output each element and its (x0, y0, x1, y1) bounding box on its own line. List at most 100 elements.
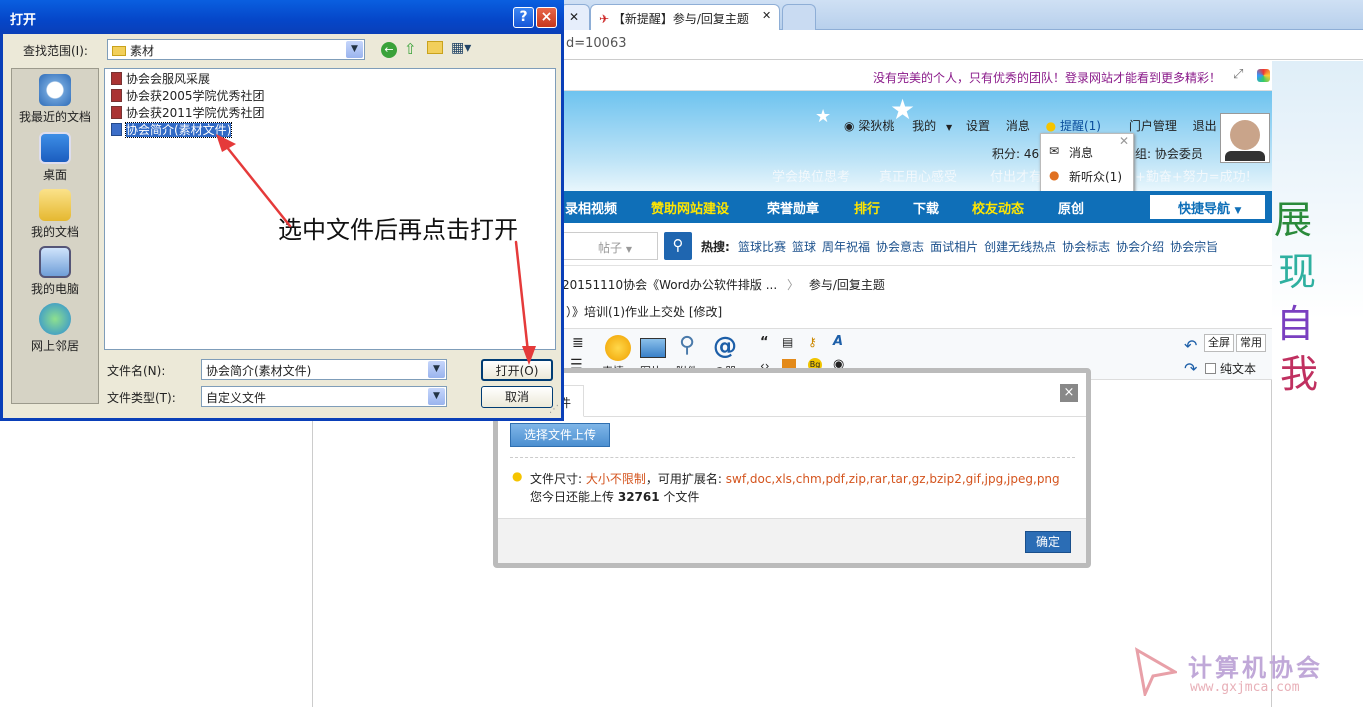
chevron-down-icon: ▼ (946, 123, 953, 132)
logout-link[interactable]: 退出 (1193, 119, 1217, 133)
hotword-link[interactable]: 篮球比赛 (738, 240, 786, 254)
paperclip-icon[interactable]: ⚲ (679, 333, 695, 358)
redo-icon[interactable]: ↷ (1184, 359, 1197, 378)
reminders-link[interactable]: 提醒(1) (1060, 119, 1101, 133)
arrowhead-icon (522, 346, 536, 365)
divider (510, 457, 1075, 458)
ext-value: swf,doc,xls,chm,pdf,zip,rar,tar,gz,bzip2… (725, 472, 1060, 486)
filetype-label: 文件类型(T): (107, 391, 176, 405)
hotword-link[interactable]: 周年祝福 (822, 240, 870, 254)
color-theme-icon[interactable] (1257, 69, 1270, 82)
code-icon[interactable]: ▤ (782, 335, 793, 349)
settings-link[interactable]: 设置 (966, 119, 990, 133)
star-decoration-icon: ★ (815, 106, 832, 127)
nav-item[interactable]: 下载 (913, 198, 939, 217)
person-icon: ● (1049, 168, 1060, 182)
plaintext-label: 纯文本 (1220, 362, 1257, 376)
font-style-icon[interactable]: A (833, 334, 843, 349)
watermark-title: 计算机协会 (1188, 653, 1323, 682)
mail-icon: ✉ (1049, 144, 1060, 158)
nav-item[interactable]: 荣誉勋章 (767, 198, 819, 217)
motto-4: +勤奋+努力=成功! (1135, 170, 1251, 185)
quote-icon[interactable]: “ (760, 335, 769, 350)
search-row: 帖子 ▼ ⚲ 热搜: 篮球比赛 篮球 周年祝福 协会意志 面试相片 创建无线热点 协会标志协… (560, 226, 1272, 266)
common-button[interactable]: 常用 (1236, 334, 1266, 352)
smiley-icon[interactable] (605, 335, 631, 361)
quota-suffix: 个文件 (663, 490, 700, 504)
size-value: 大小不限制 (585, 472, 646, 486)
breadcrumb-current: 参与/回复主题 (808, 278, 885, 292)
hotword-link[interactable]: 篮球 (792, 240, 816, 254)
avatar[interactable] (1220, 113, 1270, 163)
choose-file-button[interactable]: 选择文件上传 (510, 423, 610, 447)
watermark-logo-icon (1134, 646, 1180, 700)
breadcrumb: 20151110协会《Word办公软件排版 ... 〉 参与/回复主题 (560, 270, 1272, 296)
post-title-row: ）》培训(1)作业上交处 [修改] (560, 298, 1272, 326)
watermark-url: www.gxjmca.com (1190, 680, 1300, 695)
my-link[interactable]: 我的 (912, 119, 936, 133)
content-border (312, 380, 313, 707)
chevron-down-icon[interactable]: ▼ (428, 388, 445, 405)
close-icon[interactable]: ✕ (1119, 134, 1129, 148)
plaintext-checkbox[interactable] (1205, 363, 1216, 374)
side-art-char: 展 (1274, 198, 1313, 242)
group-text: 组: 协会委员 (1135, 147, 1203, 161)
browser-tab-active[interactable]: ✈ 【新提醒】参与/回复主题 (590, 4, 780, 30)
caret-down-icon: ▼ (1234, 206, 1242, 216)
nav-item[interactable]: 原创 (1058, 198, 1084, 217)
undo-icon[interactable]: ↶ (1184, 336, 1197, 355)
popup-messages[interactable]: 消息 (1069, 144, 1093, 161)
nav-item[interactable]: 排行 (854, 198, 880, 217)
upload-quota: 您今日还能上传 32761 个文件 (530, 488, 699, 505)
user-bar: ◉ 梁狄桃 我的 ▼ 设置 消息 ● 提醒(1) 门户管理 退出 (844, 117, 1217, 134)
hotword-link[interactable]: 协会标志 (1062, 240, 1110, 254)
hotword-link[interactable]: 协会意志 (876, 240, 924, 254)
hotword-link[interactable]: 面试相片 (930, 240, 978, 254)
fullscreen-icon[interactable]: ⤢ (1233, 67, 1243, 82)
slogan-bar: 没有完美的个人，只有优秀的团队！登录网站才能看到更多精彩！ ⤢ (560, 61, 1272, 91)
search-icon[interactable]: ⚲ (664, 232, 692, 260)
site-banner: ★ ★ ◉ 梁狄桃 我的 ▼ 设置 消息 ● 提醒(1) 门户管理 退出 积分:… (560, 91, 1272, 191)
filetype-select[interactable]: 自定义文件 ▼ (201, 386, 447, 407)
key-icon[interactable]: ⚷ (808, 335, 817, 349)
close-icon[interactable]: × (1060, 384, 1078, 402)
tab-close-icon[interactable]: ✕ (762, 9, 771, 22)
points-text: 积分: 46 (992, 147, 1040, 161)
hotwords-label: 热搜: (701, 240, 730, 254)
side-art-char: 我 (1280, 352, 1319, 396)
quota-prefix: 您今日还能上传 (530, 490, 615, 504)
quick-nav-button[interactable]: 快捷导航 ▼ (1150, 195, 1265, 219)
username-link[interactable]: 梁狄桃 (858, 119, 894, 133)
tab-favicon-icon: ✈ (599, 12, 610, 26)
new-tab-button[interactable] (782, 4, 816, 30)
image-icon[interactable] (640, 338, 666, 358)
breadcrumb-separator-icon: 〉 (787, 278, 800, 292)
ok-button[interactable]: 确定 (1025, 531, 1071, 553)
motto-2: 真正用心感受 (879, 170, 958, 185)
caret-down-icon: ▼ (625, 245, 632, 254)
main-nav: 录相视频 赞助网站建设 荣誉勋章 排行 下载 校友动态 原创 快捷导航 ▼ (560, 191, 1272, 223)
quick-nav-label: 快捷导航 (1178, 202, 1231, 217)
upload-footer: 确定 (498, 518, 1086, 563)
quota-count: 32761 (617, 490, 660, 504)
arrowhead-icon (216, 134, 236, 152)
annotation-arrows (216, 134, 536, 365)
nav-item[interactable]: 校友动态 (972, 198, 1024, 217)
bulb-icon: ● (1045, 119, 1057, 133)
search-type-label: 帖子 (598, 241, 623, 255)
fullscreen-button[interactable]: 全屏 (1204, 334, 1234, 352)
hotword-link[interactable]: 协会介绍 (1116, 240, 1164, 254)
resize-grip-icon[interactable]: ⋰ (549, 404, 559, 415)
hotword-link[interactable]: 协会宗旨 (1170, 240, 1218, 254)
hotword-link[interactable]: 创建无线热点 (984, 240, 1056, 254)
penguin-icon: ◉ (844, 119, 855, 133)
nav-item[interactable]: 赞助网站建设 (651, 198, 729, 217)
bulb-icon: ● (512, 469, 523, 483)
popup-new-followers[interactable]: 新听众(1) (1069, 168, 1122, 185)
motto-3: 付出才有 (990, 170, 1043, 185)
portal-link[interactable]: 门户管理 (1129, 119, 1177, 133)
cancel-button[interactable]: 取消 (481, 386, 553, 408)
messages-link[interactable]: 消息 (1006, 119, 1030, 133)
at-icon[interactable]: @ (713, 332, 737, 360)
annotation-arrow-to-file (224, 144, 292, 228)
